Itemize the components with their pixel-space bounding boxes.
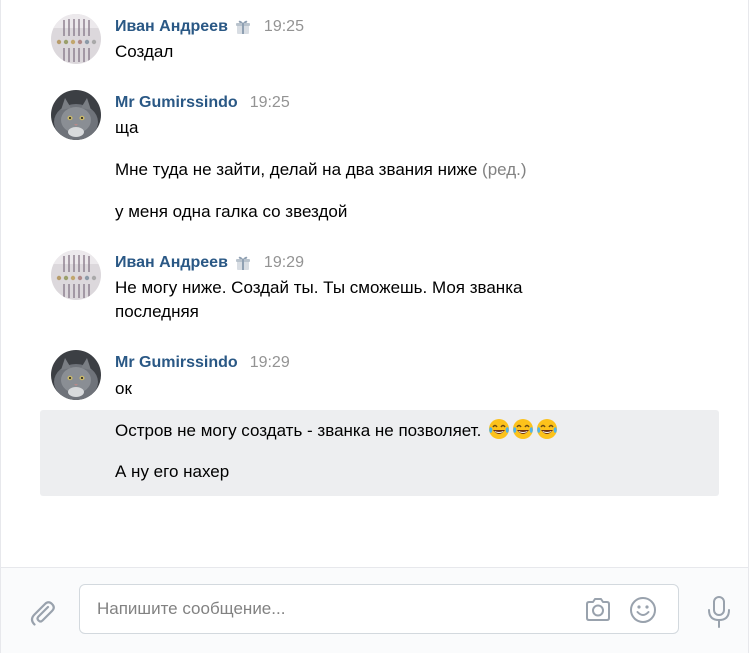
message-time[interactable]: 19:29 <box>250 354 290 372</box>
message-text-line: Остров не могу создать - званка не позво… <box>115 418 558 443</box>
smile-icon[interactable] <box>629 596 657 624</box>
message-input[interactable] <box>97 585 577 633</box>
tears-of-joy-emoji <box>488 418 510 440</box>
message-text: у меня одна галка со звездой <box>115 202 348 221</box>
tears-of-joy-emoji <box>536 418 558 440</box>
message-text: Создал <box>115 42 174 61</box>
message-text: ок <box>115 379 132 398</box>
avatar[interactable] <box>51 14 101 64</box>
paperclip-icon[interactable] <box>27 598 57 628</box>
edited-label[interactable]: (ред.) <box>482 160 527 179</box>
message-time[interactable]: 19:25 <box>264 18 304 36</box>
gift-icon <box>234 255 252 271</box>
chat-window: Иван Андреев 19:25 Создал Mr Gumirssindo… <box>0 0 749 653</box>
message-text: последняя <box>115 302 199 321</box>
tears-of-joy-emoji <box>512 418 534 440</box>
message-feed: Иван Андреев 19:25 Создал Mr Gumirssindo… <box>1 0 748 566</box>
author-name[interactable]: Mr Gumirssindo <box>115 354 238 372</box>
message-text: ща <box>115 118 139 137</box>
message-text: А ну его нахер <box>115 462 230 481</box>
avatar[interactable] <box>51 90 101 140</box>
message-header: Иван Андреев 19:29 <box>115 253 304 273</box>
message-text: Не могу ниже. Создай ты. Ты сможешь. Моя… <box>115 278 523 297</box>
message-time[interactable]: 19:29 <box>264 254 304 272</box>
author-name[interactable]: Mr Gumirssindo <box>115 94 238 112</box>
avatar[interactable] <box>51 250 101 300</box>
message-input-wrap <box>79 584 679 634</box>
author-name[interactable]: Иван Андреев <box>115 254 228 272</box>
message-text: Остров не могу создать - званка не позво… <box>115 421 482 440</box>
message-header: Mr Gumirssindo 19:29 <box>115 353 290 373</box>
avatar[interactable] <box>51 350 101 400</box>
message-text: Мне туда не зайти, делай на два звания н… <box>115 160 478 179</box>
message-composer <box>1 567 748 653</box>
microphone-icon[interactable] <box>705 595 733 629</box>
message-text-line: Мне туда не зайти, делай на два звания н… <box>115 158 527 182</box>
message-header: Mr Gumirssindo 19:25 <box>115 93 290 113</box>
author-name[interactable]: Иван Андреев <box>115 18 228 36</box>
gift-icon <box>234 19 252 35</box>
camera-icon[interactable] <box>583 596 613 624</box>
message-time[interactable]: 19:25 <box>250 94 290 112</box>
message-header: Иван Андреев 19:25 <box>115 17 304 37</box>
